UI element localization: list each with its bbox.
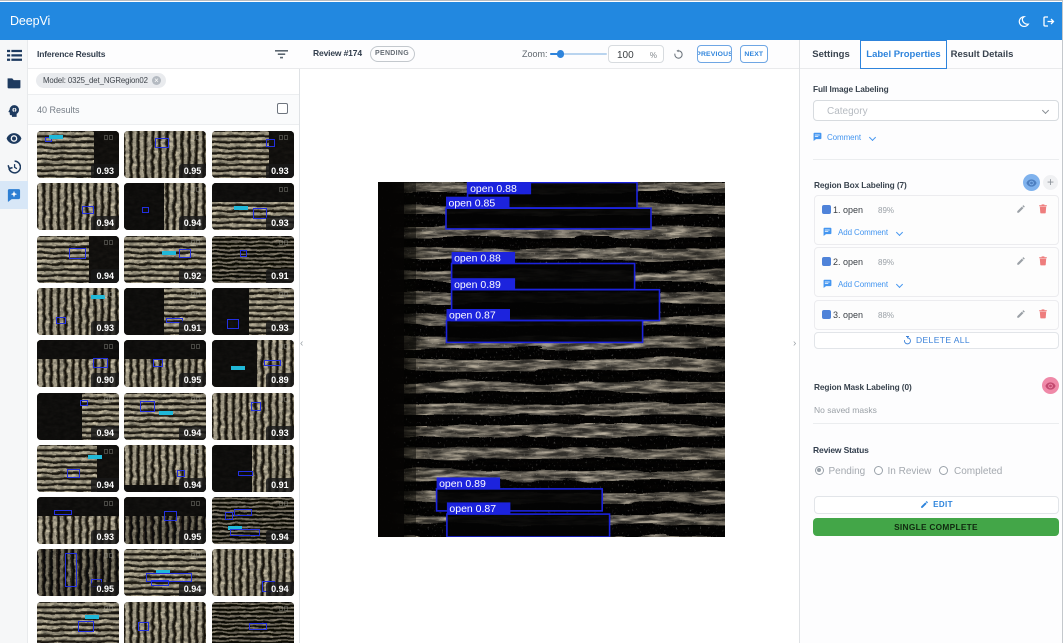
svg-text:open 0.89: open 0.89 xyxy=(439,478,486,490)
svg-text:open 0.87: open 0.87 xyxy=(449,503,496,515)
svg-text:open 0.88: open 0.88 xyxy=(470,183,517,195)
svg-text:open 0.85: open 0.85 xyxy=(449,197,496,209)
svg-text:open 0.88: open 0.88 xyxy=(454,253,501,265)
svg-text:open 0.89: open 0.89 xyxy=(454,279,501,291)
svg-text:open 0.87: open 0.87 xyxy=(449,310,496,322)
